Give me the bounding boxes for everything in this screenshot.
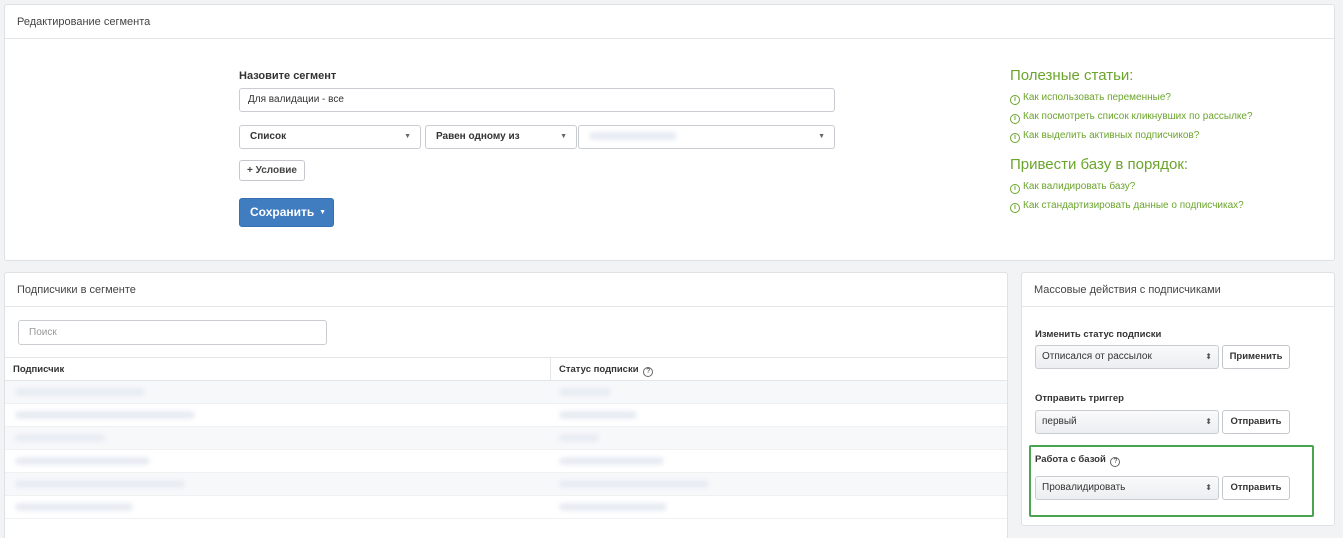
column-header-status[interactable]: Статус подписки ? [559, 358, 654, 382]
status-select-value: Отписался от рассылок [1042, 351, 1152, 362]
table-row[interactable] [5, 427, 1007, 450]
condition-value-select[interactable]: ▼ [578, 125, 835, 149]
info-icon: i [1010, 184, 1020, 194]
condition-field-value: Список [250, 131, 287, 142]
table-row[interactable] [5, 496, 1007, 519]
info-icon: i [1010, 203, 1020, 213]
blurred-value [589, 132, 677, 141]
column-divider [550, 358, 551, 380]
article-link[interactable]: i Как посмотреть список кликнувших по рас… [1010, 111, 1253, 124]
trigger-select[interactable]: первый ⬍ [1035, 410, 1219, 434]
chevron-down-icon: ▼ [404, 133, 411, 140]
send-trigger-button[interactable]: Отправить [1222, 410, 1290, 434]
trigger-label: Отправить триггер [1035, 393, 1124, 404]
apply-status-button[interactable]: Применить [1222, 345, 1290, 369]
search-input[interactable]: Поиск [18, 320, 327, 345]
info-icon: i [1010, 95, 1020, 105]
segment-name-label: Назовите сегмент [239, 70, 337, 82]
table-row[interactable] [5, 450, 1007, 473]
subscribers-title: Подписчики в сегменте [5, 273, 1007, 307]
table-row[interactable] [5, 473, 1007, 496]
status-label: Изменить статус подписки [1035, 329, 1162, 340]
article-link[interactable]: i Как выделить активных подписчиков? [1010, 130, 1199, 143]
info-icon: i [1010, 133, 1020, 143]
help-icon[interactable]: ? [643, 367, 654, 377]
chevron-down-icon: ▼ [818, 133, 825, 140]
segment-name-input[interactable]: Для валидации - все [239, 88, 835, 112]
base-cleanup-heading: Привести базу в порядок: [1010, 156, 1189, 173]
subscribers-panel: Подписчики в сегменте Поиск Подписчик Ст… [4, 272, 1008, 538]
status-select[interactable]: Отписался от рассылок ⬍ [1035, 345, 1219, 369]
condition-operator-value: Равен одному из [436, 131, 520, 142]
article-link[interactable]: i Как валидировать базу? [1010, 181, 1135, 194]
table-header: Подписчик Статус подписки ? [5, 357, 1007, 381]
table-row[interactable] [5, 404, 1007, 427]
segment-edit-title: Редактирование сегмента [5, 5, 1334, 39]
select-arrows-icon: ⬍ [1205, 417, 1212, 426]
info-icon: i [1010, 114, 1020, 124]
chevron-down-icon: ▼ [560, 133, 567, 140]
chevron-down-icon[interactable]: ▼ [319, 199, 326, 226]
article-link[interactable]: i Как стандартизировать данные о подписчи… [1010, 200, 1244, 213]
subscribers-table: Подписчик Статус подписки ? [5, 357, 1007, 519]
trigger-select-value: первый [1042, 416, 1077, 427]
article-link[interactable]: i Как использовать переменные? [1010, 92, 1171, 105]
table-row[interactable] [5, 381, 1007, 404]
articles-heading: Полезные статьи: [1010, 67, 1134, 84]
add-condition-button[interactable]: + Условие [239, 160, 305, 181]
column-header-subscriber[interactable]: Подписчик [13, 358, 64, 382]
mass-actions-title: Массовые действия с подписчиками [1022, 273, 1334, 307]
condition-field-select[interactable]: Список ▼ [239, 125, 421, 149]
save-button-label: Сохранить [250, 205, 315, 219]
save-button[interactable]: Сохранить ▼ [239, 198, 334, 227]
condition-operator-select[interactable]: Равен одному из ▼ [425, 125, 577, 149]
base-work-highlight [1029, 445, 1314, 517]
select-arrows-icon: ⬍ [1205, 352, 1212, 361]
